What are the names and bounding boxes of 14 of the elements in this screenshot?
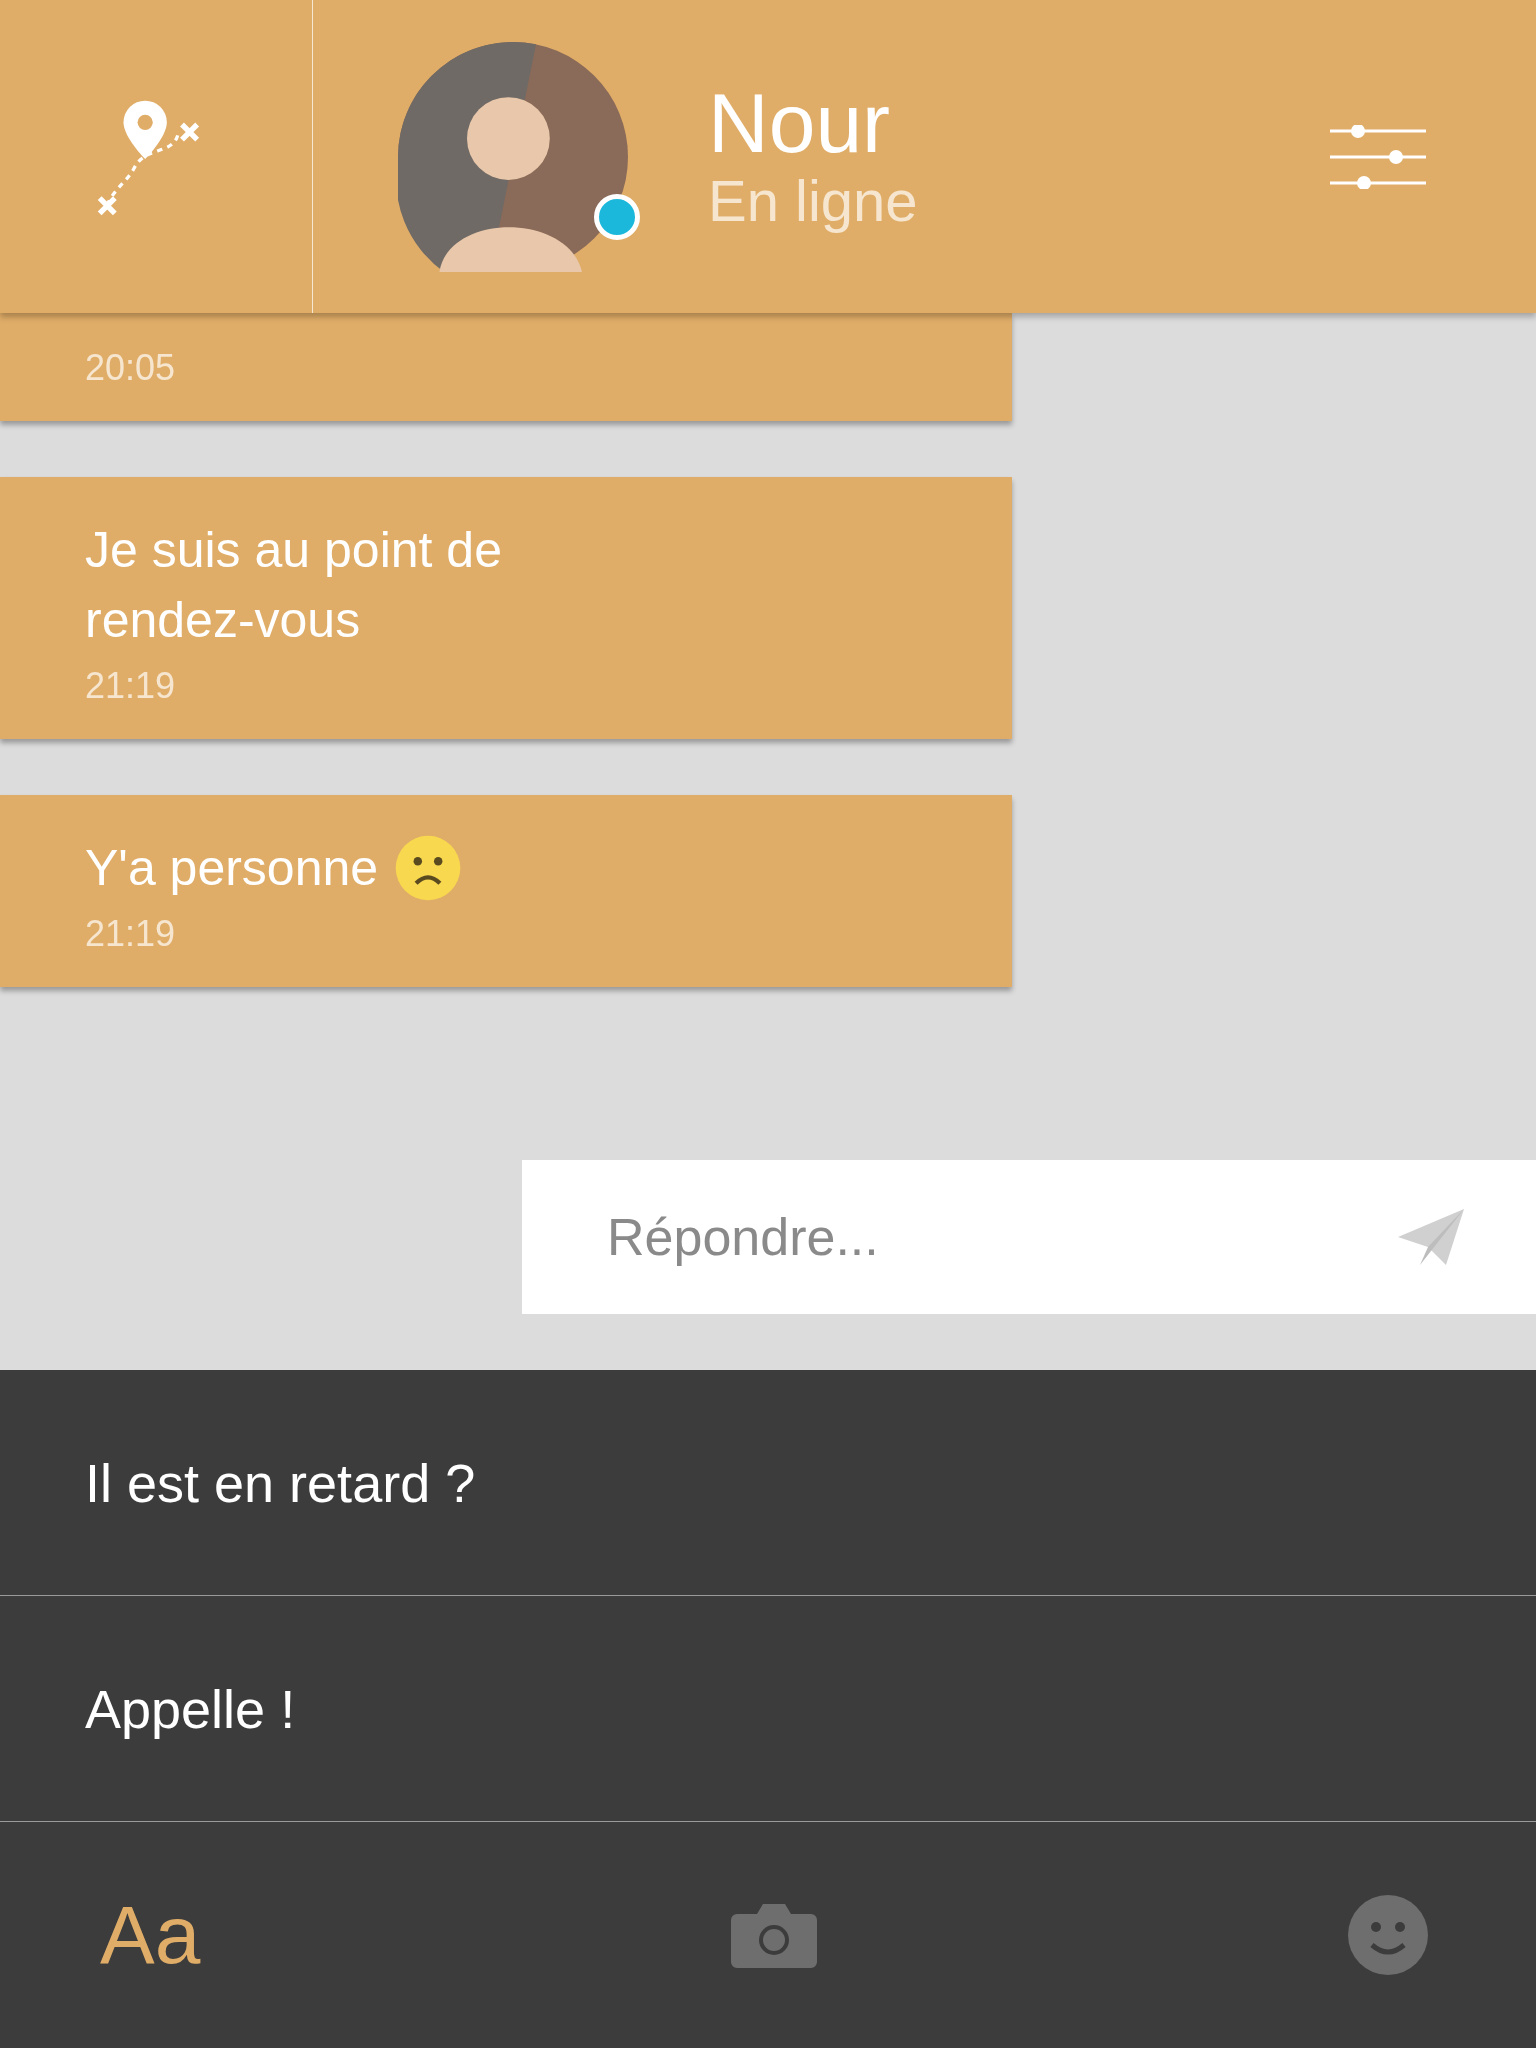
message-text: Y'a personne <box>85 839 379 898</box>
emoji-icon[interactable] <box>1348 1895 1428 1975</box>
send-icon[interactable] <box>1396 1207 1466 1267</box>
contact-name: Nour <box>708 78 892 168</box>
settings-icon[interactable] <box>1330 124 1426 189</box>
reply-field[interactable]: Répondre... <box>522 1160 1536 1314</box>
sad-face-icon <box>394 834 463 902</box>
contact-status: En ligne <box>708 167 918 235</box>
message-time: 20:05 <box>85 347 177 389</box>
message-text: Je suis au point de rendez-vous <box>85 521 503 650</box>
camera-icon[interactable] <box>731 1902 818 1968</box>
message-time: 21:19 <box>85 665 177 707</box>
message-time: 21:19 <box>85 913 177 955</box>
text-mode-button[interactable]: Aa <box>100 1888 201 1982</box>
